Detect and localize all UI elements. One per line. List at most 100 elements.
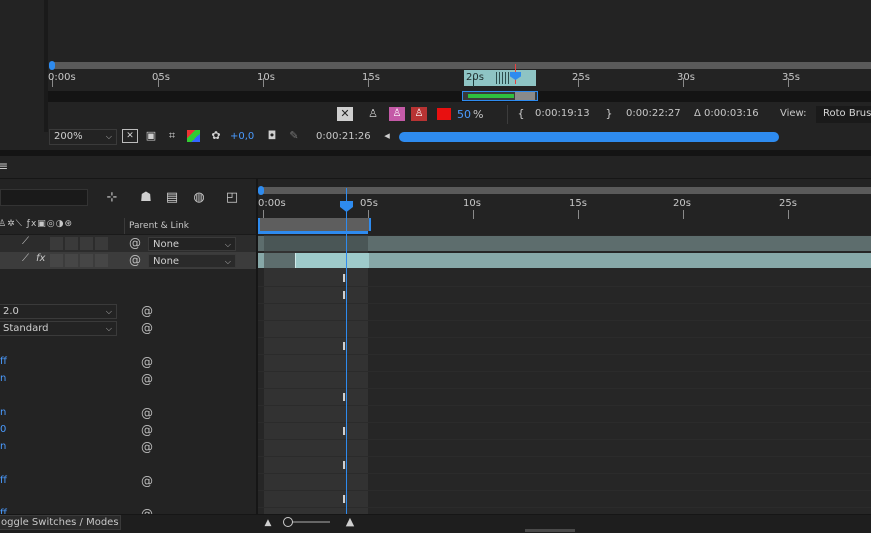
layer-duration-bar-inner	[264, 236, 368, 251]
show-snapshot-icon[interactable]: ✎	[287, 129, 301, 143]
safe-zones-icon[interactable]: ▣	[144, 129, 158, 143]
property-value[interactable]: n	[0, 373, 6, 384]
switches-header: ♙✲⟍ ƒx▣◎◑⊛	[0, 219, 74, 229]
quality-value: Standard	[3, 323, 49, 334]
viewer-ruler-label: 15s	[362, 72, 380, 83]
view-dropdown-value: Roto Brus	[823, 108, 871, 119]
chevron-down-icon: ⌵	[105, 324, 112, 333]
viewer-ruler-label: 20s	[466, 72, 484, 83]
parent-value: None	[153, 256, 180, 267]
roto-span-bar[interactable]	[295, 253, 369, 268]
fps-percent[interactable]: 50	[457, 108, 471, 121]
time-in[interactable]: 0:00:19:13	[535, 108, 590, 119]
version-dropdown[interactable]: 2.0 ⌵	[0, 304, 117, 319]
timeline-nav-start-handle[interactable]	[258, 186, 264, 195]
viewer-time-ruler[interactable]	[48, 70, 871, 88]
viewer-ruler-label: 0:00s	[48, 72, 76, 83]
out-bracket-icon[interactable]: }	[604, 107, 614, 121]
pickwhip-icon[interactable]: @	[141, 406, 153, 420]
panel-menu-icon[interactable]: ≡	[0, 159, 8, 173]
zoom-out-mountain-icon[interactable]: ▲	[262, 516, 274, 530]
work-area-underline	[258, 231, 368, 234]
toolbar-divider	[507, 105, 508, 124]
viewer-progress-bar[interactable]	[399, 132, 779, 142]
viewer-ruler-label: 25s	[572, 72, 590, 83]
timeline-header-line	[0, 178, 871, 179]
parent-link-header: Parent & Link	[129, 221, 189, 231]
channel-icon[interactable]	[187, 130, 200, 142]
view-dropdown[interactable]: Roto Brus	[816, 106, 871, 123]
viewer-ruler-label: 05s	[152, 72, 170, 83]
time-out[interactable]: 0:00:22:27	[626, 108, 681, 119]
cancel-icon[interactable]: ✕	[337, 107, 353, 121]
timeline-navigator[interactable]	[260, 187, 871, 194]
property-value[interactable]: n	[0, 441, 6, 452]
property-value[interactable]: ff	[0, 475, 7, 486]
switch-cells	[50, 254, 110, 267]
view-label: View:	[780, 108, 807, 119]
timeline-bottom-bar	[0, 514, 871, 533]
exposure-value[interactable]: +0,0	[230, 131, 254, 142]
pickwhip-icon[interactable]: @	[141, 355, 153, 369]
camera-icon[interactable]: ◘	[265, 129, 279, 143]
pickwhip-icon[interactable]: @	[141, 423, 153, 437]
viewer-nav-start-handle[interactable]	[49, 61, 55, 70]
composition-flowchart-icon[interactable]: ⊹	[104, 191, 120, 205]
fit-icon[interactable]: ✕	[122, 129, 138, 143]
viewer-span-gray	[515, 92, 535, 100]
graph-editor-icon[interactable]: ◰	[224, 191, 240, 205]
draft-3d-icon[interactable]: ☗	[138, 191, 154, 205]
zoom-in-mountain-icon[interactable]: ▲	[342, 515, 358, 529]
timeline-ruler-label: 20s	[673, 198, 691, 209]
zoom-dropdown[interactable]: 200% ⌵	[49, 129, 117, 145]
parent-dropdown[interactable]: None ⌵	[148, 254, 236, 268]
in-bracket-icon[interactable]: {	[516, 107, 526, 121]
quality-dropdown[interactable]: Standard ⌵	[0, 321, 117, 336]
property-value[interactable]: 0	[0, 424, 6, 435]
parent-dropdown[interactable]: None ⌵	[148, 237, 236, 251]
viewer-ruler-label: 10s	[257, 72, 275, 83]
chevron-down-icon: ⌵	[105, 132, 112, 141]
color-wheel-icon[interactable]: ✿	[209, 129, 223, 143]
viewer-span-bar	[48, 91, 871, 102]
version-value: 2.0	[3, 306, 19, 317]
layer-row-selected[interactable]: ⟋ fx @ None ⌵	[0, 252, 257, 269]
timeline-ruler-label: 15s	[569, 198, 587, 209]
viewer-range-hatch	[496, 72, 510, 84]
pickwhip-icon[interactable]: @	[129, 236, 141, 250]
viewer-time-navigator[interactable]	[50, 62, 871, 69]
pickwhip-icon[interactable]: @	[141, 474, 153, 488]
current-time-indicator-line	[346, 188, 347, 514]
timeline-ruler-label: 25s	[779, 198, 797, 209]
layer-row[interactable]: ⟋ @ None ⌵	[0, 235, 257, 252]
toggle-switches-label: oggle Switches / Modes	[1, 517, 119, 528]
zoom-slider-thumb[interactable]	[283, 517, 293, 527]
property-value[interactable]: ff	[0, 356, 7, 367]
layer-search-input[interactable]	[0, 189, 88, 206]
pickwhip-icon[interactable]: @	[141, 304, 153, 318]
work-area-bar[interactable]	[258, 218, 371, 231]
current-time[interactable]: 0:00:21:26	[316, 131, 371, 142]
pickwhip-icon[interactable]: @	[141, 372, 153, 386]
walk-person-icon[interactable]: ♙	[366, 107, 380, 121]
property-value[interactable]: n	[0, 407, 6, 418]
red-swatch[interactable]	[437, 108, 451, 120]
timeline-ruler-label: 10s	[463, 198, 481, 209]
pickwhip-icon[interactable]: @	[129, 253, 141, 267]
time-duration: Δ 0:00:03:16	[694, 108, 759, 119]
fx-icon: fx	[36, 253, 46, 264]
motion-blur-icon[interactable]: ◍	[191, 191, 207, 205]
viewer-ruler-label: 35s	[782, 72, 800, 83]
grid-icon[interactable]: ⌗	[165, 129, 179, 143]
chevron-down-icon: ⌵	[105, 307, 112, 316]
toggle-switches-button[interactable]: oggle Switches / Modes	[0, 515, 121, 530]
frame-blending-icon[interactable]: ▤	[164, 191, 180, 205]
parent-value: None	[153, 239, 180, 250]
red-person-icon[interactable]: ♙	[411, 107, 427, 121]
pickwhip-icon[interactable]: @	[141, 440, 153, 454]
pen-icon: ⟋	[22, 236, 29, 247]
viewer-span-green	[468, 94, 514, 98]
speaker-icon[interactable]: ◂	[380, 129, 394, 143]
magenta-person-icon[interactable]: ♙	[389, 107, 405, 121]
pickwhip-icon[interactable]: @	[141, 321, 153, 335]
